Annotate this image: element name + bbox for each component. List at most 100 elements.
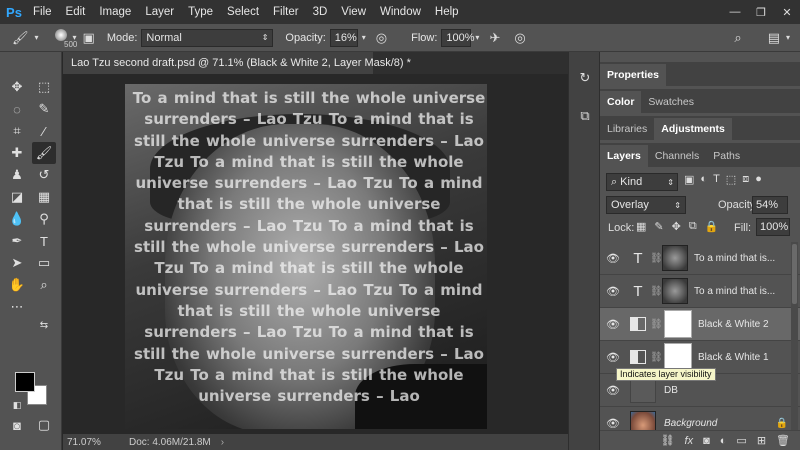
crop-tool-icon[interactable]: ⌗ [5,120,29,142]
link-icon[interactable]: ⛓ [650,319,663,330]
type-filter-icon[interactable]: T [713,173,720,186]
airbrush-icon[interactable]: ✈ [489,30,500,46]
dodge-tool-icon[interactable]: ⚲ [32,208,56,230]
eye-icon[interactable]: 👁 [600,252,626,265]
layer-opacity-field[interactable]: 54% [752,196,788,214]
layer-mask-thumbnail[interactable] [664,343,692,371]
link-layers-icon[interactable]: ⛓ [661,434,675,447]
chevron-down-icon[interactable]: ▾ [35,33,39,42]
menu-image[interactable]: Image [92,0,138,24]
eye-icon[interactable]: 👁 [600,384,626,397]
new-adjustment-icon[interactable]: ◐ [720,435,727,447]
workspace-icon[interactable]: ▤ [768,30,780,46]
tab-paths[interactable]: Paths [706,145,747,167]
screen-mode-icon[interactable]: ▢ [32,414,56,436]
menu-edit[interactable]: Edit [59,0,93,24]
hand-tool-icon[interactable]: ✋ [5,274,29,296]
quick-select-tool-icon[interactable]: ✎ [32,98,56,120]
shape-filter-icon[interactable]: ⬚ [726,173,736,186]
healing-brush-tool-icon[interactable]: ✚ [5,142,29,164]
eraser-tool-icon[interactable]: ◪ [5,186,29,208]
menu-select[interactable]: Select [220,0,266,24]
lock-position-icon[interactable]: ✥ [672,220,681,233]
history-brush-tool-icon[interactable]: ↺ [32,164,56,186]
mode-select[interactable]: Normal ⇕ [141,28,274,47]
pixel-filter-icon[interactable]: ▣ [684,173,694,186]
lock-transparent-icon[interactable]: ▦ [636,220,646,233]
layer-row[interactable]: 👁 T ⛓ To a mind that is... [600,242,800,275]
zoom-level[interactable]: 71.07% [63,437,123,448]
new-group-icon[interactable]: ▭ [736,434,746,447]
lock-image-icon[interactable]: ✎ [654,220,663,233]
pressure-opacity-icon[interactable]: ◎ [376,30,387,46]
menu-window[interactable]: Window [373,0,428,24]
tab-libraries[interactable]: Libraries [600,118,654,140]
layer-filter-select[interactable]: ⌕ Kind ⇕ [606,173,678,191]
lock-artboard-icon[interactable]: ⧉ [689,220,697,233]
adjustment-filter-icon[interactable]: ◐ [700,173,707,186]
eye-icon[interactable]: 👁 [600,351,626,364]
swap-colors-icon[interactable]: ⇆ [32,314,56,336]
rectangle-tool-icon[interactable]: ▭ [32,252,56,274]
layer-style-icon[interactable]: fx [685,435,694,447]
chevron-down-icon[interactable]: ▾ [475,33,479,42]
history-panel-icon[interactable]: ↻ [575,68,595,88]
properties-panel-icon[interactable]: ⧉ [575,106,595,126]
menu-view[interactable]: View [334,0,373,24]
quick-mask-icon[interactable]: ◙ [5,414,29,436]
tab-swatches[interactable]: Swatches [641,91,701,113]
clone-stamp-tool-icon[interactable]: ♟ [5,164,29,186]
chevron-down-icon[interactable]: ▾ [362,33,366,42]
pressure-size-icon[interactable]: ◎ [514,30,525,46]
canvas-area[interactable]: To a mind that is still the whole univer… [63,74,568,434]
path-select-tool-icon[interactable]: ➤ [5,252,29,274]
tab-color[interactable]: Color [600,91,642,113]
search-icon[interactable]: ⌕ [734,30,741,46]
brush-tool-icon[interactable]: 🖌 [32,142,56,164]
opacity-field[interactable]: 16% [329,28,358,47]
move-tool-icon[interactable]: ✥ [5,76,29,98]
link-icon[interactable]: ⛓ [650,253,663,264]
pen-tool-icon[interactable]: ✒ [5,230,29,252]
menu-layer[interactable]: Layer [138,0,181,24]
type-tool-icon[interactable]: T [32,230,56,252]
status-menu-arrow[interactable]: › [221,437,224,448]
menu-help[interactable]: Help [428,0,466,24]
photoshop-logo[interactable]: Ps [2,0,26,24]
chevron-down-icon[interactable]: ▾ [786,33,790,42]
layer-row[interactable]: 👁 T ⛓ To a mind that is... [600,275,800,308]
lasso-tool-icon[interactable]: ◌ [5,98,29,120]
tab-layers[interactable]: Layers [600,145,648,167]
blur-tool-icon[interactable]: 💧 [5,208,29,230]
brush-preset-picker[interactable] [54,28,67,41]
trash-icon[interactable]: 🗑 [776,434,790,447]
menu-3d[interactable]: 3D [306,0,335,24]
minimize-button[interactable]: — [722,0,748,24]
foreground-color-swatch[interactable] [15,372,35,392]
smart-object-filter-icon[interactable]: ⧈ [742,173,749,186]
filter-toggle-icon[interactable]: ● [755,173,762,186]
layer-mask-thumbnail[interactable] [664,310,692,338]
eyedropper-tool-icon[interactable]: ⁄ [32,120,56,142]
brush-panel-icon[interactable]: ▣ [83,30,95,46]
restore-button[interactable]: ❐ [748,0,774,24]
default-colors-icon[interactable]: ◧ [5,394,29,416]
menu-type[interactable]: Type [181,0,220,24]
lock-all-icon[interactable]: 🔒 [705,220,719,233]
eye-icon[interactable]: 👁 [600,285,626,298]
close-button[interactable]: ✕ [774,0,800,24]
gradient-tool-icon[interactable]: ▦ [32,186,56,208]
document-canvas[interactable]: To a mind that is still the whole univer… [125,84,487,429]
new-layer-icon[interactable]: ⊞ [757,434,766,447]
brush-tool-icon[interactable]: 🖌 [12,30,29,46]
fill-field[interactable]: 100% [756,218,790,236]
link-icon[interactable]: ⛓ [650,286,663,297]
layer-row[interactable]: 👁 ⛓ Black & White 2 [600,308,800,341]
layers-scrollbar-thumb[interactable] [792,244,797,304]
eye-icon[interactable]: 👁 [600,318,626,331]
zoom-tool-icon[interactable]: ⌕ [32,274,56,296]
more-tools-icon[interactable]: ⋯ [5,296,29,318]
menu-file[interactable]: File [26,0,59,24]
eye-icon[interactable]: 👁 [600,417,626,430]
link-icon[interactable]: ⛓ [650,352,663,363]
